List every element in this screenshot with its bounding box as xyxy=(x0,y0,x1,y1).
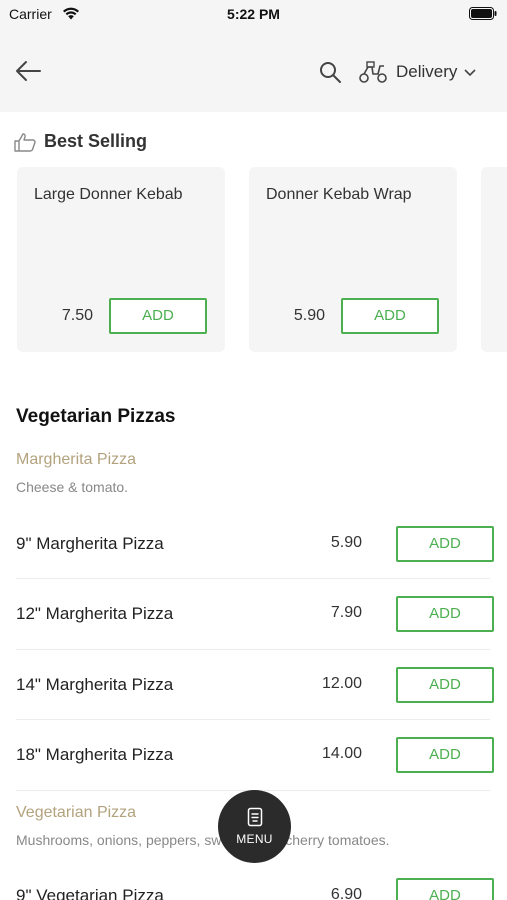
battery-icon xyxy=(469,7,497,20)
category-title: Vegetarian Pizzas xyxy=(16,406,176,427)
menu-item-row[interactable]: 18" Margherita Pizza 14.00 ADD xyxy=(0,721,507,791)
status-bar: Carrier 5:22 PM xyxy=(0,0,507,30)
chevron-down-icon xyxy=(464,69,476,77)
add-button[interactable]: ADD xyxy=(109,298,207,334)
item-price: 12.00 xyxy=(321,675,362,692)
menu-item-row[interactable]: 12" Margherita Pizza 7.90 ADD xyxy=(0,580,507,650)
product-group-name: Margherita Pizza xyxy=(16,451,137,468)
best-selling-header: Best Selling xyxy=(14,131,147,152)
row-divider xyxy=(16,719,490,720)
menu-item-row[interactable]: 9" Vegetarian Pizza 6.90 ADD xyxy=(0,862,507,900)
thumbs-up-icon xyxy=(14,132,36,152)
add-button[interactable]: ADD xyxy=(396,596,494,632)
card-item-name: Donner Kebab Wrap xyxy=(266,186,412,203)
add-button[interactable]: ADD xyxy=(396,737,494,773)
item-name: 12" Margherita Pizza xyxy=(16,604,174,623)
item-name: 9" Vegetarian Pizza xyxy=(16,886,164,900)
best-selling-card[interactable]: Large Donner Kebab 7.50 ADD xyxy=(17,167,225,352)
best-selling-card[interactable]: Donner Kebab Wrap 5.90 ADD xyxy=(249,167,457,352)
row-divider xyxy=(16,578,490,579)
add-button[interactable]: ADD xyxy=(396,526,494,562)
menu-fab-button[interactable]: MENU xyxy=(218,790,291,863)
item-price: 5.90 xyxy=(330,534,362,551)
item-name: 9" Margherita Pizza xyxy=(16,534,164,553)
item-name: 18" Margherita Pizza xyxy=(16,745,174,764)
search-icon[interactable] xyxy=(318,60,342,84)
add-button[interactable]: ADD xyxy=(341,298,439,334)
best-selling-card-next[interactable] xyxy=(481,167,507,352)
nav-bar: Delivery xyxy=(0,30,507,112)
status-time: 5:22 PM xyxy=(227,6,280,22)
card-item-name: Large Donner Kebab xyxy=(34,186,183,203)
product-group-name: Vegetarian Pizza xyxy=(16,804,137,821)
menu-item-row[interactable]: 9" Margherita Pizza 5.90 ADD xyxy=(0,510,507,580)
item-price: 7.90 xyxy=(330,604,362,621)
product-group-description: Mushrooms, onions, peppers, sweetcorn & … xyxy=(16,832,390,848)
item-name: 14" Margherita Pizza xyxy=(16,675,174,694)
item-price: 6.90 xyxy=(330,886,362,900)
add-button[interactable]: ADD xyxy=(396,667,494,703)
delivery-label: Delivery xyxy=(396,62,458,81)
product-group-description: Cheese & tomato. xyxy=(16,479,129,495)
card-item-price: 7.50 xyxy=(61,307,93,324)
scooter-icon xyxy=(359,61,387,83)
delivery-mode-selector[interactable]: Delivery xyxy=(358,58,476,86)
best-selling-title: Best Selling xyxy=(44,131,148,151)
menu-label: MENU xyxy=(236,832,273,846)
card-item-price: 5.90 xyxy=(293,307,325,324)
back-button[interactable] xyxy=(14,59,42,83)
menu-item-row[interactable]: 14" Margherita Pizza 12.00 ADD xyxy=(0,651,507,721)
add-button[interactable]: ADD xyxy=(396,878,494,900)
row-divider xyxy=(16,649,490,650)
menu-book-icon xyxy=(247,807,262,827)
item-price: 14.00 xyxy=(321,745,362,762)
